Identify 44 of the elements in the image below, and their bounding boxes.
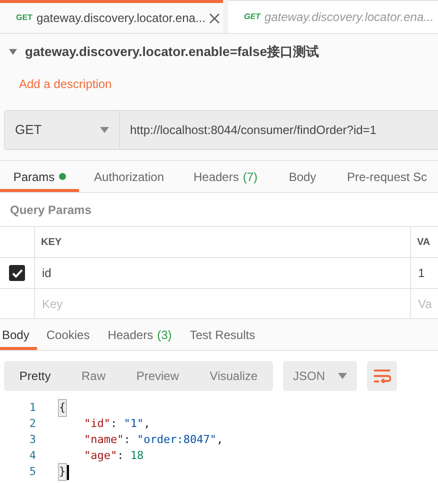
column-header: VA — [417, 236, 430, 250]
add-description-link[interactable]: Add a description — [19, 75, 112, 93]
wrap-lines-button[interactable] — [367, 361, 397, 391]
code-line: "id": "1", — [83, 416, 150, 432]
method-label: GET — [244, 11, 260, 23]
tab-title: gateway.discovery.locator.ena... — [36, 10, 206, 27]
section-title: Query Params — [9, 202, 92, 218]
caret-icon — [338, 373, 347, 379]
view-mode-tab[interactable]: Visualize — [210, 367, 258, 385]
close-icon[interactable] — [209, 12, 220, 24]
format-dropdown[interactable]: JSON — [283, 361, 357, 391]
method-label: GET — [16, 12, 32, 24]
line-number: 3 — [28, 432, 37, 448]
table-cell-text: 1 — [418, 265, 425, 282]
count-label: (7) — [242, 168, 258, 186]
section-tab[interactable]: Body — [272, 161, 333, 192]
view-mode-tab[interactable]: Raw — [82, 367, 106, 385]
line-number: 2 — [28, 416, 37, 432]
line-number: 5 — [28, 464, 37, 480]
table-cell-text: id — [42, 265, 52, 282]
count-label: (3) — [157, 326, 172, 344]
checkbox[interactable] — [9, 265, 25, 281]
response-tab[interactable]: Cookies — [37, 319, 99, 350]
column-header: KEY — [41, 236, 62, 250]
request-tab[interactable]: GET gateway.discovery.locator.ena... — [0, 0, 223, 33]
value-input-field[interactable]: Va — [411, 289, 438, 318]
view-mode-tab[interactable]: Preview — [136, 367, 179, 385]
response-tab[interactable]: Body — [0, 319, 38, 350]
request-name: gateway.discovery.locator.enable=false接口测试 — [25, 43, 319, 62]
key-input-field[interactable]: Key — [35, 289, 411, 318]
wrap-icon — [373, 369, 391, 383]
section-tab[interactable]: Pre-request Sc — [333, 161, 438, 192]
line-number: 1 — [28, 400, 37, 416]
response-tab[interactable]: Test Results — [180, 319, 264, 350]
view-mode-tab[interactable]: Pretty — [19, 367, 51, 385]
response-tab[interactable]: Headers (3) — [98, 319, 181, 350]
section-tab[interactable]: Authorization — [79, 161, 179, 192]
section-tab[interactable]: Headers (7) — [179, 161, 272, 192]
collapse-caret-icon[interactable] — [9, 49, 17, 55]
line-number: 4 — [28, 448, 37, 464]
tab-title: gateway.discovery.locator.ena... — [264, 9, 434, 26]
code-line: "name": "order:8047", — [83, 432, 224, 448]
code-line: "age": 18 — [83, 448, 144, 464]
request-tab[interactable]: GET gateway.discovery.locator.ena... — [228, 0, 438, 33]
